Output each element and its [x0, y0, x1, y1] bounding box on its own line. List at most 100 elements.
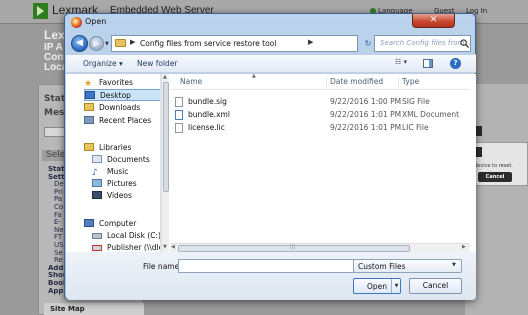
navigation-pane: ★ Favorites Desktop Downloads Recent Plac… [66, 74, 161, 252]
change-view-button[interactable]: ☷ ▾ [395, 58, 416, 70]
scroll-thumb[interactable] [163, 82, 169, 192]
cancel-button[interactable]: Cancel [409, 278, 462, 294]
nav-item-videos[interactable]: Videos [92, 190, 132, 202]
scroll-up-icon[interactable]: ▲ [163, 74, 167, 80]
nav-item-label: Downloads [99, 103, 141, 112]
forward-button[interactable]: ▶ [89, 36, 104, 51]
nav-item-label: Documents [107, 155, 150, 164]
folder-icon [115, 39, 126, 47]
scroll-grip-icon: ||| [290, 244, 296, 250]
column-divider[interactable] [326, 76, 327, 88]
nav-item-label: Desktop [100, 91, 131, 100]
help-icon[interactable]: ? [450, 58, 461, 69]
address-row: ◀ ▶ ▼ ▶ Config files from service restor… [71, 33, 471, 53]
breadcrumb-arrow-icon[interactable]: ▶ [308, 38, 313, 46]
breadcrumb-path[interactable]: Config files from service restore tool [140, 39, 276, 48]
file-name: bundle.xml [188, 110, 230, 119]
popup-cancel-button[interactable]: Cancel [478, 172, 512, 182]
nav-item-label: Local Disk (C:) [107, 231, 161, 240]
nav-item-computer[interactable]: Computer [84, 218, 136, 230]
nav-item-libraries[interactable]: Libraries [84, 142, 131, 154]
xml-file-icon [175, 110, 183, 120]
nav-item-label: Favorites [99, 78, 133, 87]
chrome-app-icon [71, 17, 82, 28]
nav-item-desktop[interactable]: Desktop [84, 89, 160, 101]
scroll-down-icon[interactable]: ▼ [163, 244, 167, 250]
nav-item-pictures[interactable]: Pictures [92, 178, 137, 190]
file-name-field[interactable] [178, 259, 358, 273]
file-type: LIC File [402, 123, 429, 132]
nav-item-label: Music [107, 167, 129, 176]
documents-icon [92, 155, 102, 163]
nav-item-documents[interactable]: Documents [92, 154, 150, 166]
sort-ascending-icon: ▲ [252, 73, 256, 79]
nav-item-recent-places[interactable]: Recent Places [84, 115, 151, 127]
file-icon [175, 123, 183, 133]
nav-item-label: Computer [99, 219, 137, 228]
file-row[interactable]: bundle.sig 9/22/2016 1:00 PM SIG File [172, 96, 468, 108]
dialog-title: Open [85, 17, 107, 26]
open-button[interactable]: Open ▼ [353, 278, 401, 294]
libraries-icon [84, 143, 94, 151]
file-row[interactable]: license.lic 9/22/2016 1:01 PM LIC File [172, 122, 468, 134]
file-list-pane: ▲ Name Date modified Type bundle.sig 9/2… [170, 73, 476, 252]
search-box[interactable]: Search Config files from... [374, 35, 471, 52]
dialog-footer: File name: Custom Files ▼ Open ▼ Cancel [66, 252, 476, 300]
recent-places-icon [84, 116, 94, 124]
dialog-title-bar[interactable]: Open ✕ [65, 14, 475, 31]
search-icon[interactable] [460, 39, 469, 48]
file-type: SIG File [402, 97, 430, 106]
open-button-label: Open [367, 282, 388, 291]
nav-item-music[interactable]: ♪ Music [92, 166, 128, 178]
nav-item-publisher[interactable]: Publisher (\\dlexx [92, 242, 160, 252]
column-header-name[interactable]: Name [180, 77, 202, 86]
computer-icon [84, 219, 94, 227]
nav-item-label: Publisher (\\dlexx [107, 243, 160, 252]
nav-item-downloads[interactable]: Downloads [84, 102, 140, 114]
nav-item-label: Pictures [107, 179, 137, 188]
downloads-icon [84, 103, 94, 111]
address-bar[interactable]: ▶ Config files from service restore tool… [111, 35, 394, 52]
horizontal-scrollbar[interactable]: ◀ ||| ▶ [170, 243, 470, 252]
nav-item-label: Libraries [99, 143, 132, 152]
network-drive-icon [92, 245, 102, 251]
scroll-right-icon[interactable]: ▶ [462, 244, 466, 250]
nav-item-favorites[interactable]: ★ Favorites [84, 77, 133, 89]
nav-item-local-disk[interactable]: Local Disk (C:) [92, 230, 161, 242]
open-file-dialog: Open ✕ ◀ ▶ ▼ ▶ Config files from service… [64, 13, 476, 300]
nav-item-label: Videos [107, 191, 132, 200]
navigation-scrollbar[interactable]: ▲ ▼ [161, 74, 169, 252]
desktop-icon [85, 91, 95, 99]
recent-locations-dropdown-icon[interactable]: ▼ [105, 41, 109, 47]
file-type: XML Document [402, 110, 460, 119]
new-folder-button[interactable]: New folder [137, 59, 178, 68]
breadcrumb-arrow-icon[interactable]: ▶ [130, 38, 135, 46]
dialog-content: ★ Favorites Desktop Downloads Recent Plac… [66, 73, 476, 252]
dialog-toolbar: Organize ▾ New folder ☷ ▾ ? [66, 54, 476, 73]
close-button[interactable]: ✕ [412, 14, 455, 28]
column-header-date-modified[interactable]: Date modified [330, 77, 383, 86]
file-type-filter[interactable]: Custom Files ▼ [353, 259, 462, 273]
file-name: license.lic [188, 123, 225, 132]
file-name: bundle.sig [188, 97, 227, 106]
open-options-dropdown-icon[interactable]: ▼ [391, 279, 401, 293]
organize-button[interactable]: Organize ▾ [83, 59, 123, 68]
drive-icon [92, 233, 102, 239]
site-map-link[interactable]: Site Map [44, 303, 144, 315]
search-input[interactable]: Search Config files from... [380, 39, 471, 47]
chevron-down-icon: ▼ [452, 262, 456, 268]
music-icon: ♪ [92, 168, 98, 178]
file-date: 9/22/2016 1:01 PM [330, 123, 402, 132]
scroll-left-icon[interactable]: ◀ [171, 244, 175, 250]
popup-text: device to reset. [474, 163, 513, 169]
column-header-type[interactable]: Type [402, 77, 419, 86]
file-row[interactable]: bundle.xml 9/22/2016 1:01 PM XML Documen… [172, 109, 468, 121]
file-date: 9/22/2016 1:00 PM [330, 97, 402, 106]
back-button[interactable]: ◀ [71, 35, 88, 52]
file-type-filter-value: Custom Files [358, 262, 406, 271]
videos-icon [92, 191, 102, 199]
preview-pane-icon[interactable] [423, 59, 433, 68]
lexmark-logo-icon [33, 3, 48, 19]
column-divider[interactable] [398, 76, 399, 88]
file-name-label: File name: [143, 262, 182, 271]
